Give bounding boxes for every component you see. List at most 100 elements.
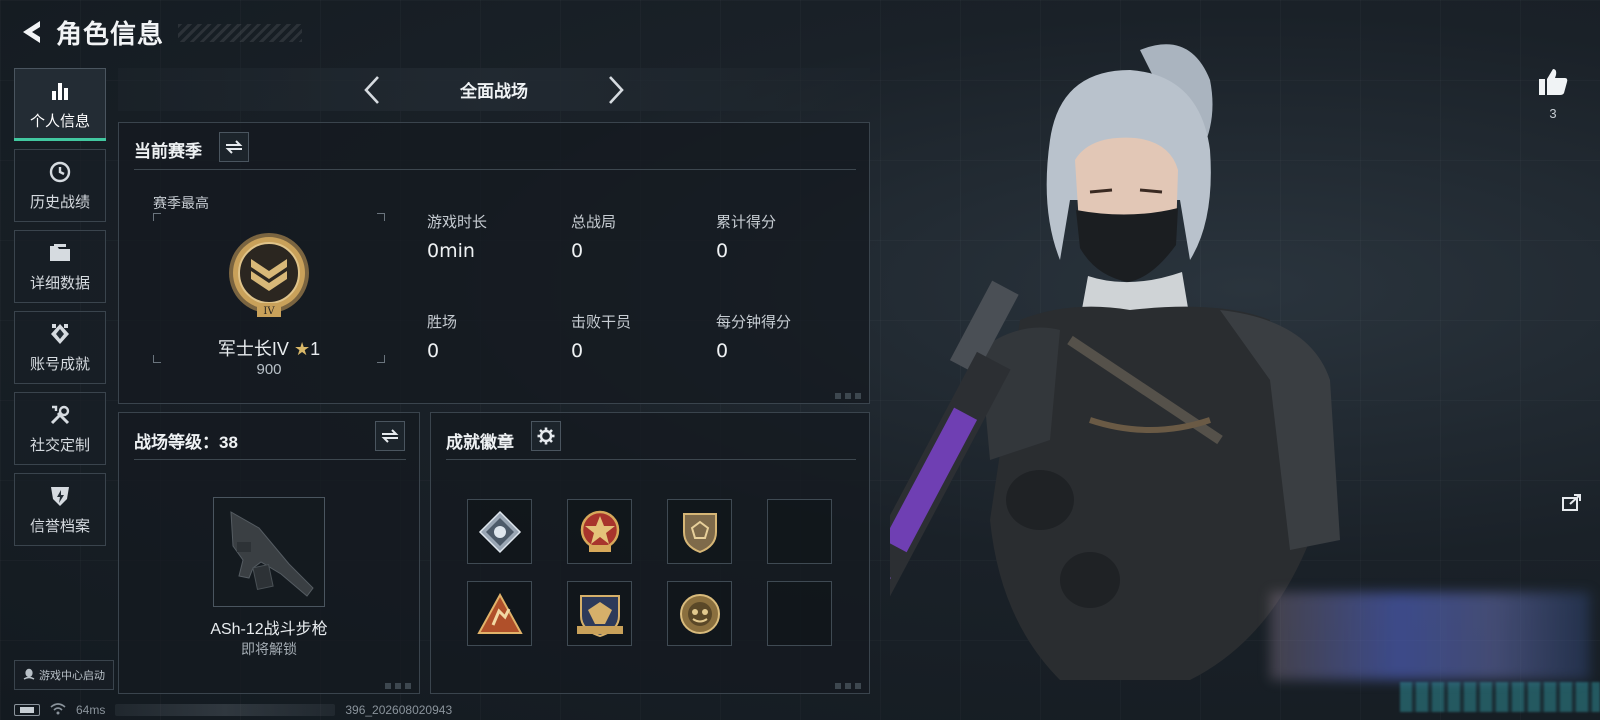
page-title: 角色信息 [56, 18, 165, 49]
uid-suffix: 396_202608020943 [345, 703, 453, 717]
badge-slot-2[interactable] [567, 499, 632, 564]
bar-chart-icon [47, 78, 73, 104]
badge-slot-3[interactable] [667, 499, 732, 564]
mode-prev-button[interactable] [354, 72, 390, 108]
stat-label: 胜场 [427, 314, 458, 331]
battlefield-level-panel: 战场等级：38 ASh-12战斗步枪 即将解锁 [118, 412, 420, 694]
tools-icon [47, 402, 73, 428]
weapon-reward-slot[interactable] [213, 497, 325, 607]
battlefield-level-title: 战场等级：38 [134, 433, 238, 452]
panel-corner-decoration [835, 683, 865, 689]
panel-corner-decoration [385, 683, 415, 689]
badge-slot-7[interactable] [667, 581, 732, 646]
stat-operators-defeated: 击败干员 0 [571, 311, 631, 362]
rank-name-row: 军士长IV ★1 [153, 335, 385, 361]
round-emblem-badge-icon [679, 593, 720, 634]
swap-icon [225, 140, 243, 154]
shield-bolt-icon [47, 483, 73, 509]
season-title: 当前赛季 [134, 142, 202, 161]
mode-title: 全面战场 [460, 82, 528, 101]
level-switch-button[interactable] [375, 421, 405, 451]
chevron-left-icon [364, 76, 379, 104]
sidebar-item-label: 账号成就 [29, 356, 90, 373]
sidebar-item-personal-info[interactable]: 个人信息 [14, 68, 106, 141]
mode-next-button[interactable] [598, 72, 634, 108]
badge-slot-1[interactable] [467, 499, 532, 564]
eagle-crest-badge-icon [576, 594, 623, 637]
share-icon [1562, 494, 1581, 511]
battery-icon [14, 704, 40, 716]
back-button[interactable] [14, 14, 48, 50]
stat-label: 击败干员 [571, 314, 632, 331]
stat-wins: 胜场 0 [427, 311, 457, 362]
launch-label: 游戏中心启动 [39, 670, 105, 682]
sidebar-item-label: 社交定制 [29, 437, 90, 454]
rank-points: 900 [256, 361, 282, 378]
sidebar: 个人信息 历史战绩 详细数据 账号成就 社交定制 信誉档案 [14, 68, 106, 554]
divider [446, 459, 856, 460]
achievement-icon [47, 321, 73, 347]
stat-total-score: 累计得分 0 [716, 211, 776, 262]
title-decoration [178, 24, 302, 42]
blurred-promo-banner [1270, 592, 1590, 680]
badge-slot-6[interactable] [567, 581, 632, 646]
badge-slot-empty-2[interactable] [767, 581, 832, 646]
stat-label: 总战局 [571, 214, 617, 231]
badge-slot-empty-1[interactable] [767, 499, 832, 564]
sidebar-item-label: 详细数据 [29, 275, 90, 292]
stat-label: 每分钟得分 [716, 314, 792, 331]
stat-total-matches: 总战局 0 [571, 211, 616, 262]
sidebar-item-achievements[interactable]: 账号成就 [14, 311, 106, 384]
back-arrow-icon [23, 21, 40, 43]
stat-play-time: 游戏时长 0min [427, 211, 487, 262]
season-switch-button[interactable] [219, 132, 249, 162]
gear-icon [537, 427, 555, 445]
qq-icon [23, 668, 35, 683]
sidebar-item-match-history[interactable]: 历史战绩 [14, 149, 106, 222]
rank-stars: 1 [310, 339, 321, 359]
share-button[interactable] [1556, 486, 1588, 518]
uid-redacted [115, 704, 336, 716]
sidebar-item-detailed-data[interactable]: 详细数据 [14, 230, 106, 303]
stat-value: 0min [427, 240, 475, 262]
folder-icon [47, 240, 73, 266]
sidebar-item-label: 信誉档案 [29, 518, 90, 535]
stat-score-per-minute: 每分钟得分 0 [716, 311, 791, 362]
like-button[interactable] [1533, 62, 1573, 102]
stat-value: 0 [427, 340, 440, 362]
rank-emblem-icon: IV [229, 233, 309, 317]
sidebar-item-reputation[interactable]: 信誉档案 [14, 473, 106, 546]
stat-value: 0 [716, 340, 729, 362]
stat-label: 累计得分 [716, 214, 777, 231]
clock-history-icon [47, 159, 73, 185]
badges-title: 成就徽章 [446, 433, 514, 452]
panel-corner-decoration [835, 393, 865, 399]
stat-value: 0 [716, 240, 729, 262]
mode-selector: 全面战场 [118, 68, 870, 111]
divider [134, 459, 406, 460]
status-bar: 64ms 396_202608020943 [14, 702, 452, 718]
stat-value: 0 [571, 340, 584, 362]
svg-text:IV: IV [263, 306, 275, 317]
triangle-badge-icon [476, 592, 523, 634]
badge-slot-5[interactable] [467, 581, 532, 646]
like-count: 3 [1549, 106, 1557, 121]
background-light-strip [1400, 682, 1600, 712]
stat-label: 游戏时长 [427, 214, 488, 231]
game-center-launch-button[interactable]: 游戏中心启动 [14, 660, 114, 690]
sidebar-item-label: 历史战绩 [29, 194, 90, 211]
chevron-right-icon [609, 76, 624, 104]
badge-settings-button[interactable] [531, 421, 561, 451]
season-panel: 当前赛季 赛季最高 IV 军士长IV ★1 900 游戏时长 0min 总战局 … [118, 122, 870, 404]
thumbs-up-icon [1539, 69, 1568, 95]
rank-name: 军士长IV [217, 339, 289, 359]
sidebar-item-label: 个人信息 [29, 113, 90, 130]
header: 角色信息 [14, 14, 164, 50]
wifi-icon [50, 702, 66, 718]
weapon-name: ASh-12战斗步枪 [210, 621, 328, 638]
sidebar-item-social-customization[interactable]: 社交定制 [14, 392, 106, 465]
weapon-unlock-status: 即将解锁 [241, 641, 297, 657]
swap-icon [381, 429, 399, 443]
shield-badge-icon [682, 512, 717, 553]
season-best-label: 赛季最高 [153, 195, 209, 211]
